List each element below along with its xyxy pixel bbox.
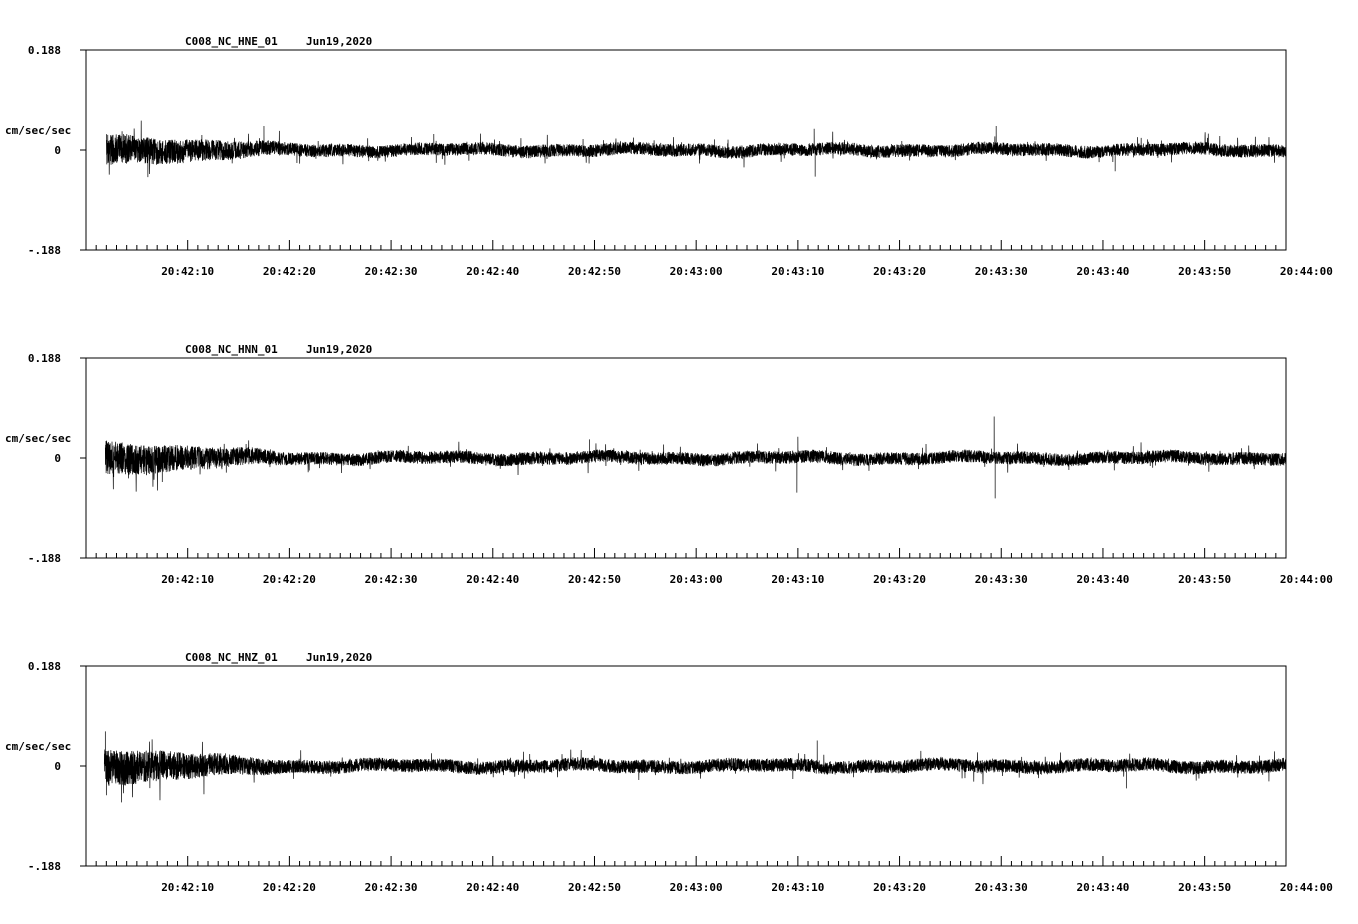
seismic-trace (106, 121, 1286, 177)
x-tick-label: 20:43:20 (873, 265, 926, 278)
date-label: Jun19,2020 (306, 651, 372, 664)
date-label: Jun19,2020 (306, 35, 372, 48)
x-tick-label: 20:42:10 (161, 265, 214, 278)
y-tick-min: -.188 (28, 552, 61, 565)
x-tick-label: 20:42:30 (365, 573, 418, 586)
seismogram-panel-2: C008_NC_HNZ_01 Jun19,2020 0.188 0 -.188 cm/se… (5, 651, 1333, 894)
x-tick-label: 20:42:40 (466, 265, 519, 278)
seismic-trace (104, 731, 1286, 802)
y-tick-max: 0.188 (28, 660, 61, 673)
x-tick-label: 20:43:50 (1178, 881, 1231, 894)
station-title: C008_NC_HNE_01 (185, 35, 278, 48)
seismic-trace (105, 417, 1286, 499)
seismogram-figure: C008_NC_HNE_01 Jun19,2020 0.188 0 -.188 cm/se… (5, 35, 1333, 894)
y-axis-unit: cm/sec/sec (5, 740, 71, 753)
x-tick-label: 20:42:10 (161, 573, 214, 586)
x-tick-label: 20:43:00 (670, 573, 723, 586)
seismogram-panel-1: C008_NC_HNN_01 Jun19,2020 0.188 0 -.188 cm/se… (5, 343, 1333, 586)
x-tick-label: 20:43:40 (1076, 265, 1129, 278)
x-tick-label: 20:44:00 (1280, 265, 1333, 278)
y-tick-zero: 0 (54, 760, 61, 773)
x-tick-label: 20:43:30 (975, 881, 1028, 894)
x-tick-label: 20:42:50 (568, 881, 621, 894)
x-tick-label: 20:42:40 (466, 881, 519, 894)
station-title: C008_NC_HNN_01 (185, 343, 278, 356)
y-tick-max: 0.188 (28, 44, 61, 57)
x-tick-label: 20:44:00 (1280, 881, 1333, 894)
x-tick-label: 20:43:20 (873, 881, 926, 894)
x-tick-label: 20:43:10 (771, 573, 824, 586)
x-tick-label: 20:43:00 (670, 265, 723, 278)
x-tick-label: 20:42:50 (568, 265, 621, 278)
station-title: C008_NC_HNZ_01 (185, 651, 278, 664)
y-tick-max: 0.188 (28, 352, 61, 365)
x-tick-label: 20:42:30 (365, 265, 418, 278)
seismogram-panel-0: C008_NC_HNE_01 Jun19,2020 0.188 0 -.188 cm/se… (5, 35, 1333, 278)
date-label: Jun19,2020 (306, 343, 372, 356)
x-tick-label: 20:44:00 (1280, 573, 1333, 586)
y-tick-zero: 0 (54, 452, 61, 465)
x-tick-label: 20:42:40 (466, 573, 519, 586)
x-tick-label: 20:43:50 (1178, 573, 1231, 586)
y-tick-min: -.188 (28, 244, 61, 257)
x-tick-label: 20:43:50 (1178, 265, 1231, 278)
x-tick-label: 20:43:40 (1076, 881, 1129, 894)
x-tick-label: 20:42:20 (263, 265, 316, 278)
x-tick-label: 20:43:20 (873, 573, 926, 586)
x-tick-label: 20:43:30 (975, 573, 1028, 586)
x-tick-label: 20:43:00 (670, 881, 723, 894)
x-tick-label: 20:43:10 (771, 881, 824, 894)
x-tick-label: 20:42:30 (365, 881, 418, 894)
y-tick-min: -.188 (28, 860, 61, 873)
y-tick-zero: 0 (54, 144, 61, 157)
x-tick-label: 20:42:10 (161, 881, 214, 894)
x-tick-label: 20:43:40 (1076, 573, 1129, 586)
x-tick-label: 20:43:30 (975, 265, 1028, 278)
y-axis-unit: cm/sec/sec (5, 432, 71, 445)
y-axis-unit: cm/sec/sec (5, 124, 71, 137)
x-tick-label: 20:42:20 (263, 881, 316, 894)
x-tick-label: 20:43:10 (771, 265, 824, 278)
x-tick-label: 20:42:20 (263, 573, 316, 586)
x-tick-label: 20:42:50 (568, 573, 621, 586)
